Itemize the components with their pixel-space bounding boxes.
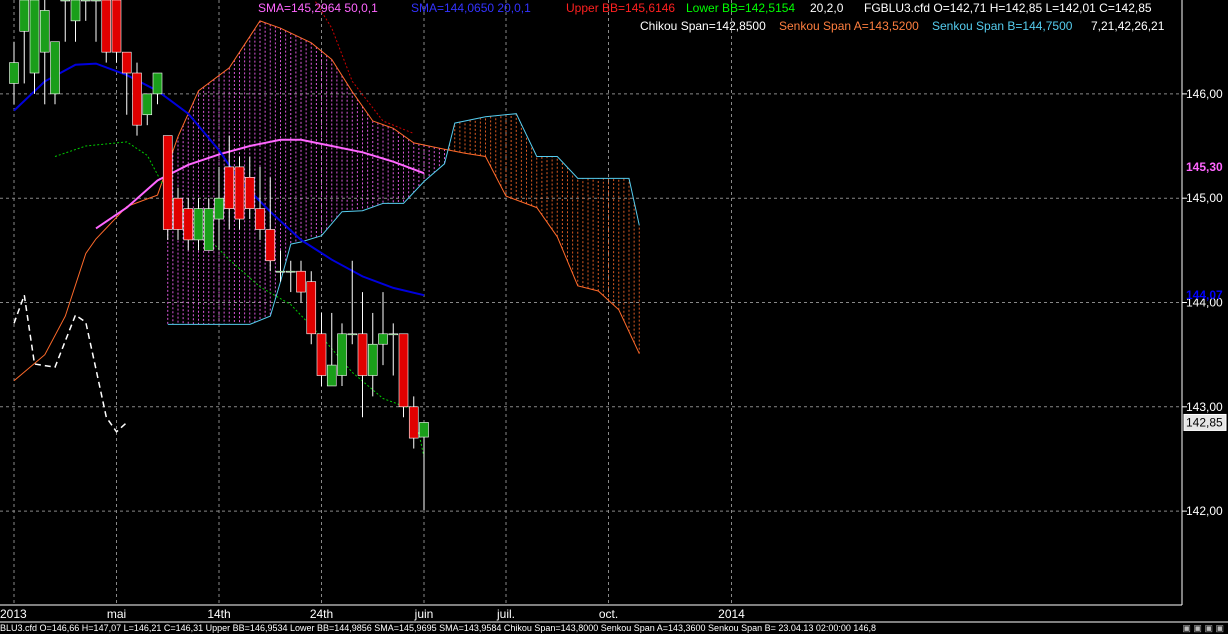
senkou-a-label: Senkou Span A=143,5200 [779, 19, 919, 33]
ichimoku-params-label: 7,21,42,26,21 [1091, 19, 1165, 33]
price-marker-label-0: 145,30 [1186, 160, 1223, 174]
candle-body-2 [29, 0, 40, 74]
bb-params-label: 20,2,0 [810, 1, 844, 15]
sma20-label: SMA=144,0650 20,0,1 [411, 1, 531, 15]
x-axis-labels: 2013 mai 14th 24th juin juil. oct. 2014 [0, 607, 745, 621]
candle-body-4 [50, 41, 60, 95]
price-chart[interactable]: 146,00145,00144,00143,00142,00 2013 mai 14… [0, 0, 1228, 634]
x-tick-label-6: oct. [599, 607, 618, 621]
candle-body-37 [388, 333, 399, 336]
candle-body-10 [111, 0, 122, 53]
print-icon[interactable]: ▣ [1215, 623, 1224, 633]
candle-body-13 [142, 93, 153, 116]
candle-body-23 [244, 177, 255, 209]
y-tick-label-3: 143,00 [1186, 400, 1223, 414]
candle-body-28 [296, 270, 306, 293]
lock-icon[interactable]: ▣ [1182, 623, 1191, 633]
candle-body-33 [347, 333, 358, 336]
senkou-b-label: Senkou Span B=144,7500 [932, 19, 1073, 33]
axes [0, 0, 1228, 623]
chikou-label: Chikou Span=142,8500 [640, 19, 766, 33]
candle-body-35 [367, 343, 378, 376]
candle-body-12 [132, 72, 142, 126]
x-tick-label-5: juil. [496, 607, 515, 621]
candle-body-1 [19, 0, 30, 32]
candle-body-3 [39, 10, 50, 53]
price-marker-label-1: 144,07 [1186, 288, 1223, 302]
upper-bb-label: Upper BB=145,6146 [566, 1, 676, 15]
candle-body-34 [357, 333, 368, 376]
candle-body-17 [183, 208, 194, 241]
candle-body-20 [214, 197, 224, 220]
status-bar: BLU3.cfd O=146,66 H=147,07 L=146,21 C=14… [0, 623, 1228, 634]
candle-body-5 [60, 0, 71, 2]
candle-body-27 [285, 270, 296, 273]
y-tick-label-4: 142,00 [1186, 504, 1223, 518]
candle-body-29 [306, 281, 317, 335]
grid-lines [0, 0, 1182, 605]
candle-body-11 [121, 51, 132, 74]
candle-body-21 [224, 166, 235, 209]
candle-body-6 [70, 0, 81, 22]
candle-body-16 [173, 197, 183, 230]
lower-bb-label: Lower BB=142,5154 [686, 1, 796, 15]
candle-body-18 [193, 208, 204, 241]
candle-body-30 [316, 333, 327, 376]
chikou-span-line [13, 294, 128, 433]
candle-body-9 [101, 0, 112, 53]
candle-body-39 [408, 406, 419, 439]
candle-body-25 [265, 229, 276, 262]
candle-body-14 [152, 72, 163, 95]
candle-body-38 [398, 333, 409, 408]
x-tick-label-3: 24th [310, 607, 333, 621]
y-tick-label-0: 146,00 [1186, 87, 1223, 101]
candle-body-7 [80, 0, 91, 2]
candle-body-31 [326, 364, 337, 387]
candle-body-0 [9, 62, 19, 84]
x-tick-label-0: 2013 [0, 607, 27, 621]
y-axis-labels: 146,00145,00144,00143,00142,00 [1182, 87, 1223, 518]
upper-bb-line [313, 0, 414, 134]
candle-body-19 [203, 208, 214, 251]
candle-body-22 [234, 166, 245, 220]
candle-body-8 [91, 0, 101, 2]
status-icons[interactable]: ▣ ▣ ▣ ▣ [1182, 623, 1224, 634]
sma50-label: SMA=145,2964 50,0,1 [258, 1, 378, 15]
candle-body-26 [275, 270, 286, 273]
x-tick-label-7: 2014 [718, 607, 745, 621]
candle-body-40 [419, 422, 429, 438]
settings-icon[interactable]: ▣ [1204, 623, 1213, 633]
x-tick-label-1: mai [107, 607, 126, 621]
candle-body-24 [255, 208, 265, 230]
candle-body-15 [162, 135, 173, 230]
y-tick-label-1: 145,00 [1186, 191, 1223, 205]
ohlc-label: FGBLU3.cfd O=142,71 H=142,85 L=142,01 C=… [864, 1, 1152, 15]
candle-body-32 [337, 333, 347, 376]
x-tick-label-2: 14th [207, 607, 230, 621]
candle-body-36 [378, 333, 388, 345]
x-tick-label-4: juin [414, 607, 434, 621]
price-marker-label-2: 142,85 [1186, 415, 1223, 429]
zoom-icon[interactable]: ▣ [1193, 623, 1202, 633]
